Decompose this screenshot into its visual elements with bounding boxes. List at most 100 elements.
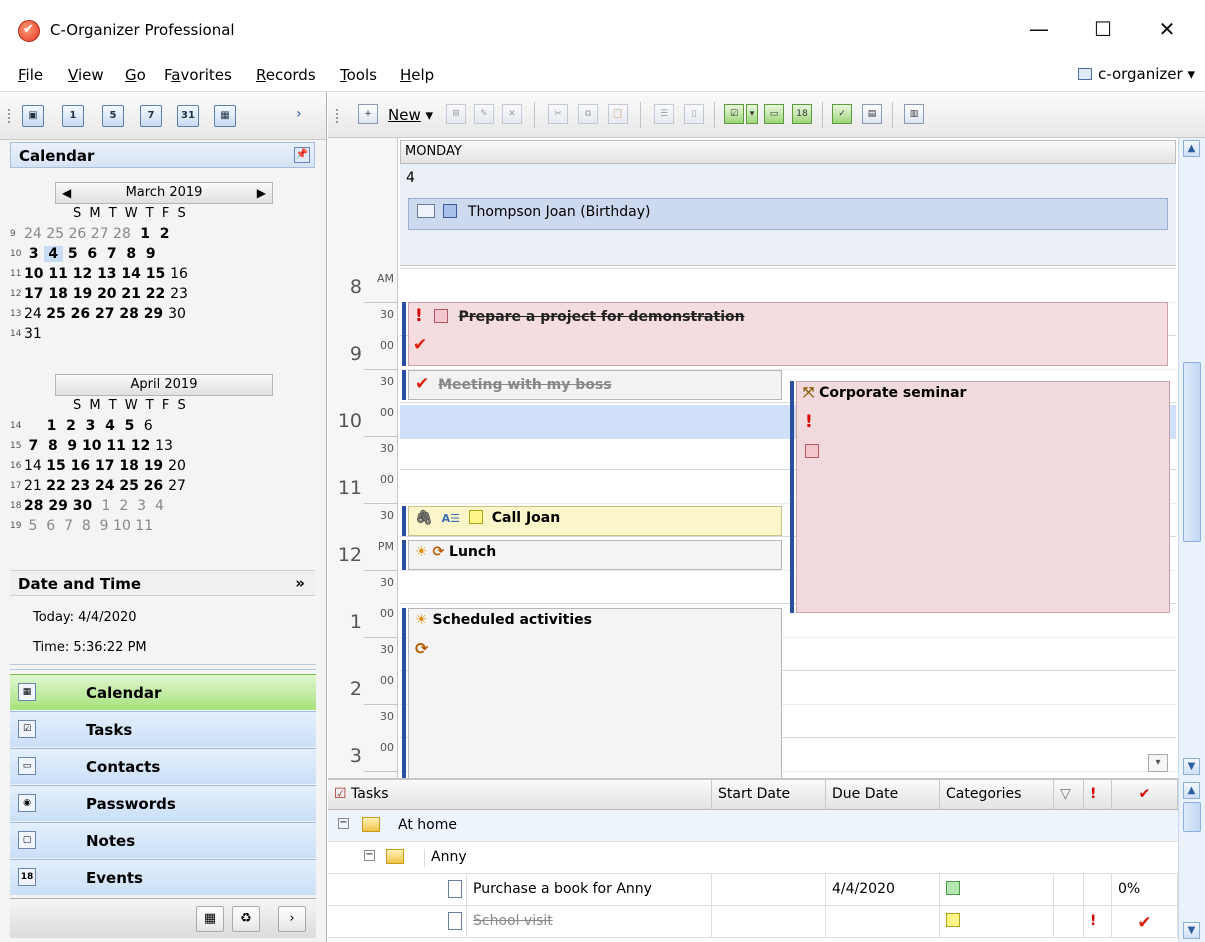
new-subitem-icon[interactable]: ⊞ [446, 104, 466, 124]
event-bar [402, 302, 406, 366]
category-box [805, 444, 819, 458]
nav-events[interactable]: 18 Events [10, 859, 316, 895]
task-group-row[interactable]: − At home [328, 810, 1178, 842]
paste-icon[interactable]: 📋 [608, 104, 628, 124]
copy-icon[interactable]: ⧉ [578, 104, 598, 124]
dayview-scrollbar[interactable]: ▲ ▼ [1178, 138, 1205, 778]
menu-help[interactable]: Help [400, 66, 434, 84]
week-view-icon[interactable]: 7 [140, 105, 162, 127]
notes-icon: ▢ [18, 831, 36, 849]
event-meeting[interactable]: ✔ Meeting with my boss [408, 370, 782, 400]
collapse-toggle-icon[interactable]: − [364, 850, 375, 861]
event-scheduled-activities[interactable]: ☀ Scheduled activities ⟳ [408, 608, 782, 778]
day-header[interactable]: MONDAY [400, 140, 1176, 164]
menu-favorites[interactable]: Favorites [164, 66, 232, 84]
delete-icon[interactable]: ✕ [502, 104, 522, 124]
prev-month-icon[interactable]: ◀ [62, 183, 71, 203]
task-row[interactable]: School visit ! ✔ [328, 906, 1178, 938]
contact-view-icon[interactable]: ▭ [764, 104, 784, 124]
week-row[interactable]: 18 28 29 30 1 2 3 4 [10, 498, 164, 514]
collapse-toggle-icon[interactable]: − [338, 818, 349, 829]
menu-view[interactable]: View [68, 66, 104, 84]
week-row[interactable]: 17 21 22 23 24 25 26 27 [10, 478, 186, 494]
day-view-icon[interactable]: 1 [62, 105, 84, 127]
scroll-up-icon[interactable]: ▲ [1183, 782, 1200, 799]
today-view-icon[interactable]: ▣ [22, 105, 44, 127]
menu-records[interactable]: Records [256, 66, 316, 84]
task-view-icon[interactable]: ☑ [724, 104, 744, 124]
tasks-scrollbar[interactable]: ▲ ▼ [1178, 778, 1205, 942]
week-row[interactable]: 11 10 11 12 13 14 15 16 [10, 266, 188, 282]
nav-calendar[interactable]: ▦ Calendar [10, 674, 316, 710]
column-completed[interactable]: ✔ [1112, 780, 1178, 809]
scroll-more-icon[interactable]: ▾ [1148, 754, 1168, 772]
recycle-bin-icon[interactable]: ♻ [232, 906, 260, 932]
sort-icon[interactable]: ▽ [1054, 780, 1084, 809]
menu-file[interactable]: File [18, 66, 43, 84]
event-prepare[interactable]: ! Prepare a project for demonstration ✔ [408, 302, 1168, 366]
task-name: Anny [424, 849, 467, 867]
collapse-icon[interactable]: » [295, 574, 305, 592]
year-view-icon[interactable]: ▦ [214, 105, 236, 127]
scroll-down-icon[interactable]: ▼ [1183, 922, 1200, 939]
week-row[interactable]: 14 1 2 3 4 5 6 [10, 418, 153, 434]
week-row[interactable]: 12 17 18 19 20 21 22 23 [10, 286, 188, 302]
pin-icon[interactable]: 📌 [294, 147, 310, 163]
task-group-row[interactable]: − Anny [328, 842, 1178, 874]
event-corporate-seminar[interactable]: ⤧ Corporate seminar ! [796, 381, 1170, 613]
new-button[interactable]: New ▾ [388, 106, 433, 124]
allday-event[interactable]: Thompson Joan (Birthday) [408, 198, 1168, 230]
nav-passwords[interactable]: ◉ Passwords [10, 785, 316, 821]
column-categories[interactable]: Categories [940, 780, 1054, 809]
scroll-up-icon[interactable]: ▲ [1183, 140, 1200, 157]
close-button[interactable]: ✕ [1144, 14, 1190, 44]
toolbar-grip[interactable] [8, 109, 12, 123]
report-icon[interactable]: ▤ [862, 104, 882, 124]
toolbar-grip[interactable] [336, 109, 340, 123]
week-row[interactable]: 16 14 15 16 17 18 19 20 [10, 458, 186, 474]
edit-icon[interactable]: ✎ [474, 104, 494, 124]
week-row[interactable]: 14 31 [10, 326, 42, 342]
event-call-joan[interactable]: 🖇 A☰ Call Joan [408, 506, 782, 536]
toolbar-overflow-icon[interactable]: › [296, 106, 302, 122]
hour-label: 2 [349, 678, 362, 700]
layout-icon[interactable]: ▥ [904, 104, 924, 124]
month-view-icon[interactable]: 31 [177, 105, 199, 127]
minimize-button[interactable]: — [1016, 14, 1062, 44]
column-tasks[interactable]: ☑ Tasks [328, 780, 712, 809]
week-row[interactable]: 15 7 8 9 10 11 12 13 [10, 438, 173, 454]
schedule-icon[interactable]: ✓ [832, 104, 852, 124]
dropdown-icon[interactable]: ▾ [746, 104, 758, 124]
chevron-right-icon[interactable]: › [278, 906, 306, 932]
week-row[interactable]: 19 5 6 7 8 9 10 11 [10, 518, 153, 534]
note-icon[interactable]: ▯ [684, 104, 704, 124]
new-record-icon[interactable]: + [358, 104, 378, 124]
event-view-icon[interactable]: 18 [792, 104, 812, 124]
maximize-button[interactable]: ☐ [1080, 14, 1126, 44]
current-time: Time: 5:36:22 PM [33, 640, 147, 655]
nav-contacts[interactable]: ▭ Contacts [10, 748, 316, 784]
nav-notes[interactable]: ▢ Notes [10, 822, 316, 858]
week-row[interactable]: 13 24 25 26 27 28 29 30 [10, 306, 186, 322]
properties-icon[interactable]: ☰ [654, 104, 674, 124]
scroll-down-icon[interactable]: ▼ [1183, 758, 1200, 775]
menu-tools[interactable]: Tools [340, 66, 377, 84]
week-row[interactable]: 10 3 4 5 6 7 8 9 [10, 246, 156, 262]
scroll-thumb[interactable] [1183, 802, 1201, 832]
splitter[interactable] [10, 664, 316, 670]
column-priority[interactable]: ! [1084, 780, 1112, 809]
menu-go[interactable]: Go [125, 66, 146, 84]
column-start-date[interactable]: Start Date [712, 780, 826, 809]
next-month-icon[interactable]: ▶ [257, 183, 266, 203]
cut-icon[interactable]: ✂ [548, 104, 568, 124]
nav-tasks[interactable]: ☑ Tasks [10, 711, 316, 747]
week-row[interactable]: 9 24 25 26 27 28 1 2 [10, 226, 169, 242]
task-row[interactable]: Purchase a book for Anny 4/4/2020 0% [328, 874, 1178, 906]
calendar-time-icon[interactable]: ▦ [196, 906, 224, 932]
column-due-date[interactable]: Due Date [826, 780, 940, 809]
profile-selector[interactable]: c-organizer ▾ [1078, 65, 1195, 83]
event-lunch[interactable]: ☀ ⟳ Lunch [408, 540, 782, 570]
date-time-header[interactable]: Date and Time » [10, 570, 315, 596]
scroll-thumb[interactable] [1183, 362, 1201, 542]
work-week-view-icon[interactable]: 5 [102, 105, 124, 127]
